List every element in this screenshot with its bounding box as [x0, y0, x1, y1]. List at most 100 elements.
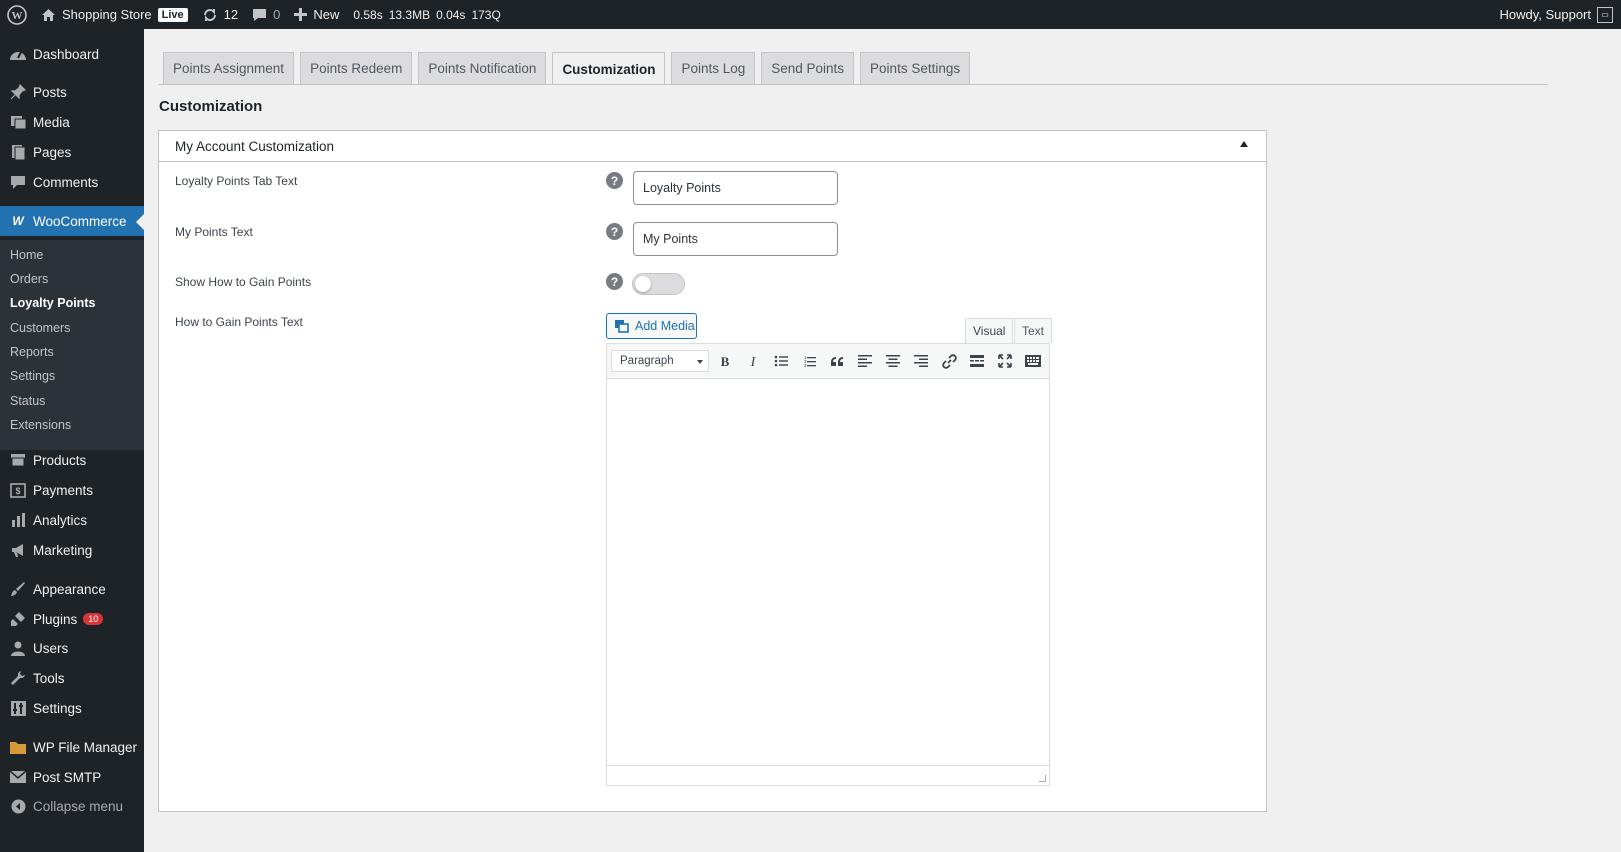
menu-settings[interactable]: Settings	[0, 693, 144, 723]
editor-tab-text[interactable]: Text	[1014, 318, 1053, 343]
menu-posts-label: Posts	[33, 84, 67, 100]
menu-users[interactable]: Users	[0, 633, 144, 663]
menu-posts[interactable]: Posts	[0, 77, 144, 107]
panel-title: My Account Customization	[175, 138, 335, 154]
tab-customization[interactable]: Customization	[552, 52, 666, 85]
menu-marketing[interactable]: Marketing	[0, 535, 144, 565]
tab-points-log[interactable]: Points Log	[671, 52, 756, 84]
tab-send-points[interactable]: Send Points	[761, 52, 855, 84]
align-center-icon[interactable]	[881, 350, 905, 372]
help-icon[interactable]: ?	[606, 172, 623, 189]
svg-text:B: B	[721, 355, 730, 368]
toolbar-toggle-icon[interactable]	[1021, 350, 1045, 372]
home-icon	[41, 8, 56, 22]
rich-text-editor: Paragraph B I 123	[606, 343, 1050, 786]
pages-icon	[8, 142, 28, 162]
format-select[interactable]: Paragraph	[611, 350, 709, 372]
tab-points-redeem[interactable]: Points Redeem	[300, 52, 413, 84]
collapse-menu-button[interactable]: Collapse menu	[0, 791, 144, 821]
settings-sliders-icon	[8, 698, 28, 718]
menu-file-manager-label: WP File Manager	[33, 739, 138, 755]
menu-tools-label: Tools	[33, 670, 65, 686]
numbered-list-icon[interactable]: 123	[797, 350, 821, 372]
submenu-reports[interactable]: Reports	[10, 342, 54, 362]
bullet-list-icon[interactable]	[769, 350, 793, 372]
tab-points-settings[interactable]: Points Settings	[860, 52, 971, 84]
collapse-arrow-icon	[8, 796, 28, 816]
plus-icon	[294, 8, 308, 21]
megaphone-icon	[8, 540, 28, 560]
blockquote-icon[interactable]	[825, 350, 849, 372]
submenu-extensions[interactable]: Extensions	[10, 415, 71, 435]
menu-plugins-label: Plugins	[33, 611, 78, 627]
paintbrush-icon	[8, 579, 28, 599]
menu-appearance-label: Appearance	[33, 581, 106, 597]
bold-icon[interactable]: B	[713, 350, 737, 372]
editor-toolbar: Paragraph B I 123	[607, 344, 1049, 379]
menu-woocommerce[interactable]: W WooCommerce	[0, 206, 144, 236]
my-account-link[interactable]: Howdy, Support ▭	[1492, 0, 1621, 29]
tab-text-input[interactable]	[633, 171, 838, 205]
read-more-icon[interactable]	[965, 350, 989, 372]
align-left-icon[interactable]	[853, 350, 877, 372]
menu-products[interactable]: Products	[0, 445, 144, 475]
menu-users-label: Users	[33, 640, 69, 656]
svg-text:$: $	[15, 486, 20, 496]
live-badge: Live	[157, 7, 188, 22]
menu-analytics[interactable]: Analytics	[0, 505, 144, 535]
add-media-button[interactable]: Add Media	[606, 313, 697, 339]
menu-wp-file-manager[interactable]: WP File Manager	[0, 732, 144, 762]
toggle-knob	[635, 276, 651, 292]
submenu-loyalty-points[interactable]: Loyalty Points	[10, 293, 95, 313]
link-icon[interactable]	[937, 350, 961, 372]
woocommerce-submenu: Home Orders Loyalty Points Customers Rep…	[0, 240, 144, 450]
submenu-settings[interactable]: Settings	[10, 366, 55, 386]
italic-icon[interactable]: I	[741, 350, 765, 372]
updates-link[interactable]: 12	[195, 0, 245, 29]
show-gain-points-toggle[interactable]	[632, 273, 685, 295]
panel-header[interactable]: My Account Customization	[159, 131, 1266, 162]
menu-comments[interactable]: Comments	[0, 167, 144, 197]
dashboard-icon	[8, 44, 28, 64]
help-icon[interactable]: ?	[606, 223, 623, 240]
align-right-icon[interactable]	[909, 350, 933, 372]
svg-text:I: I	[750, 355, 757, 368]
comments-link[interactable]: 0	[245, 0, 287, 29]
menu-marketing-label: Marketing	[33, 542, 93, 558]
submenu-status[interactable]: Status	[10, 391, 45, 411]
my-points-label: My Points Text	[175, 225, 253, 239]
menu-payments[interactable]: $ Payments	[0, 475, 144, 505]
bar-chart-icon	[8, 510, 28, 530]
admin-sidebar: Dashboard Posts Media Pages Comments W W…	[0, 29, 144, 852]
envelope-icon	[8, 767, 28, 787]
menu-plugins[interactable]: Plugins 10	[0, 604, 144, 634]
submenu-orders[interactable]: Orders	[10, 269, 48, 289]
menu-tools[interactable]: Tools	[0, 663, 144, 693]
perf-time: 0.58s	[353, 7, 383, 22]
submenu-home[interactable]: Home	[10, 245, 43, 265]
menu-dashboard[interactable]: Dashboard	[0, 39, 144, 69]
help-icon[interactable]: ?	[606, 273, 623, 290]
svg-text:W: W	[12, 10, 23, 22]
query-monitor-link[interactable]: 0.58s 13.3MB 0.04s 173Q	[346, 0, 507, 29]
tab-text-label: Loyalty Points Tab Text	[175, 174, 298, 188]
menu-pages[interactable]: Pages	[0, 137, 144, 167]
tab-points-notification[interactable]: Points Notification	[418, 52, 547, 84]
plugin-icon	[8, 609, 28, 629]
collapse-triangle-icon[interactable]	[1240, 141, 1248, 147]
editor-content-area[interactable]	[607, 379, 1049, 765]
perf-db-time: 0.04s	[436, 7, 466, 22]
wordpress-logo-icon[interactable]: W	[0, 0, 34, 29]
editor-tab-visual[interactable]: Visual	[965, 318, 1014, 343]
site-name-link[interactable]: Shopping Store Live	[34, 0, 195, 29]
tab-points-assignment[interactable]: Points Assignment	[163, 52, 295, 84]
menu-post-smtp[interactable]: Post SMTP	[0, 762, 144, 792]
new-content-link[interactable]: New	[287, 0, 346, 29]
submenu-customers[interactable]: Customers	[10, 318, 70, 338]
menu-media[interactable]: Media	[0, 107, 144, 137]
my-points-input[interactable]	[633, 222, 838, 256]
menu-appearance[interactable]: Appearance	[0, 574, 144, 604]
woocommerce-icon: W	[8, 211, 28, 231]
fullscreen-icon[interactable]	[993, 350, 1017, 372]
resize-handle-icon[interactable]	[1039, 775, 1046, 782]
